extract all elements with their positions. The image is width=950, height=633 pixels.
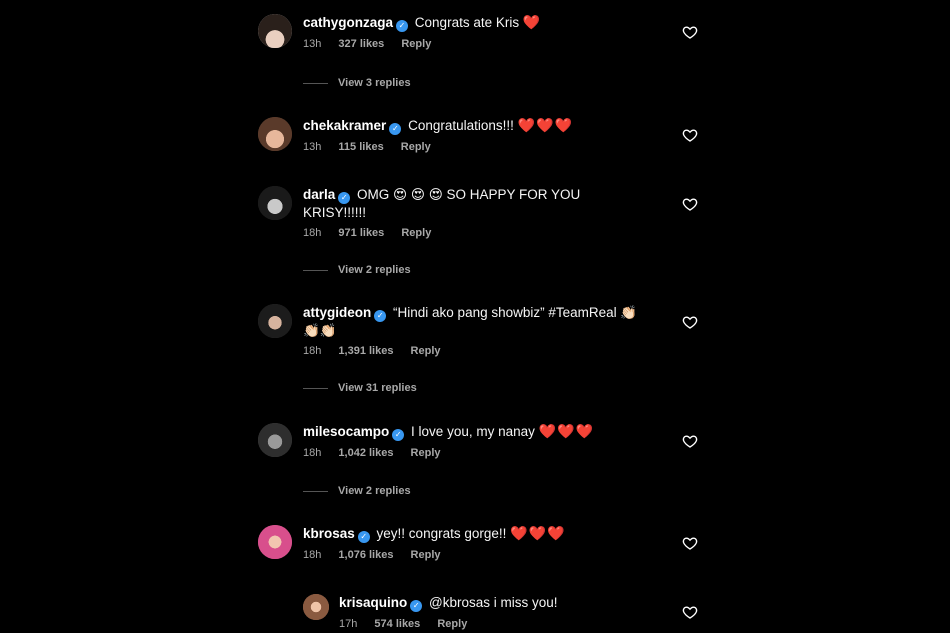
comment-text: @kbrosas i miss you! xyxy=(429,595,558,610)
avatar[interactable] xyxy=(303,594,329,620)
comment-likes[interactable]: 1,076 likes xyxy=(338,549,393,561)
reply-button[interactable]: Reply xyxy=(411,345,441,357)
heart-outline-icon[interactable] xyxy=(682,24,698,40)
comment-text: Congratulations!!! xyxy=(408,118,514,133)
comment-emoji: ❤️❤️❤️ xyxy=(538,423,594,439)
verified-badge-icon: ✓ xyxy=(392,429,405,441)
view-replies-button[interactable]: View 31 replies xyxy=(303,382,417,394)
comment-time: 17h xyxy=(339,618,358,630)
avatar[interactable] xyxy=(258,186,292,220)
comment-emoji: ❤️❤️❤️ xyxy=(510,525,566,541)
comment-likes[interactable]: 327 likes xyxy=(338,38,384,50)
comment-likes[interactable]: 971 likes xyxy=(338,227,384,239)
view-replies-label: View 2 replies xyxy=(338,485,411,497)
heart-outline-icon[interactable] xyxy=(682,433,698,449)
comment-time: 18h xyxy=(303,227,322,239)
comment-username[interactable]: attygideon xyxy=(303,305,371,320)
divider xyxy=(303,490,328,492)
comment-username[interactable]: darla xyxy=(303,187,335,202)
comment-username[interactable]: krisaquino xyxy=(339,595,407,610)
comment-text: Congrats ate Kris xyxy=(414,15,520,30)
view-replies-button[interactable]: View 2 replies xyxy=(303,485,411,497)
comment-username[interactable]: milesocampo xyxy=(303,424,389,439)
reply-button[interactable]: Reply xyxy=(411,447,441,459)
reply-button[interactable]: Reply xyxy=(401,38,431,50)
view-replies-label: View 3 replies xyxy=(338,77,411,89)
comment-username[interactable]: chekakramer xyxy=(303,118,386,133)
comment-text: I love you, my nanay xyxy=(411,424,535,439)
comment-text: yey!! congrats gorge!! xyxy=(376,526,507,541)
comment-likes[interactable]: 1,042 likes xyxy=(338,447,393,459)
view-replies-label: View 2 replies xyxy=(338,264,411,276)
comment-time: 18h xyxy=(303,447,322,459)
avatar[interactable] xyxy=(258,117,292,151)
divider xyxy=(303,269,328,271)
heart-outline-icon[interactable] xyxy=(682,314,698,330)
heart-outline-icon[interactable] xyxy=(682,196,698,212)
comment-likes[interactable]: 1,391 likes xyxy=(338,345,393,357)
comment-emoji: ❤️❤️❤️ xyxy=(517,117,573,133)
reply-button[interactable]: Reply xyxy=(411,549,441,561)
comment-username[interactable]: kbrosas xyxy=(303,526,355,541)
verified-badge-icon: ✓ xyxy=(338,192,351,204)
comments-feed: cathygonzaga ✓ Congrats ate Kris ❤️ 13h 3… xyxy=(0,0,950,633)
reply-button[interactable]: Reply xyxy=(437,618,467,630)
avatar[interactable] xyxy=(258,304,292,338)
comment-likes[interactable]: 115 likes xyxy=(338,141,383,153)
comment-time: 13h xyxy=(303,38,322,50)
verified-badge-icon: ✓ xyxy=(389,123,402,135)
comment-emoji: ❤️ xyxy=(522,14,542,30)
heart-outline-icon[interactable] xyxy=(682,535,698,551)
avatar[interactable] xyxy=(258,525,292,559)
reply-button[interactable]: Reply xyxy=(401,227,431,239)
avatar[interactable] xyxy=(258,423,292,457)
view-replies-button[interactable]: View 2 replies xyxy=(303,264,411,276)
comment-time: 13h xyxy=(303,141,322,153)
verified-badge-icon: ✓ xyxy=(396,20,409,32)
heart-outline-icon[interactable] xyxy=(682,127,698,143)
comment-time: 18h xyxy=(303,549,322,561)
heart-outline-icon[interactable] xyxy=(682,604,698,620)
verified-badge-icon: ✓ xyxy=(374,310,387,322)
avatar[interactable] xyxy=(258,14,292,48)
view-replies-label: View 31 replies xyxy=(338,382,417,394)
verified-badge-icon: ✓ xyxy=(410,600,423,612)
verified-badge-icon: ✓ xyxy=(357,531,370,543)
comment-likes[interactable]: 574 likes xyxy=(374,618,420,630)
comment-time: 18h xyxy=(303,345,322,357)
divider xyxy=(303,387,328,389)
view-replies-button[interactable]: View 3 replies xyxy=(303,77,411,89)
comment-username[interactable]: cathygonzaga xyxy=(303,15,393,30)
reply-button[interactable]: Reply xyxy=(401,141,431,153)
divider xyxy=(303,82,328,84)
